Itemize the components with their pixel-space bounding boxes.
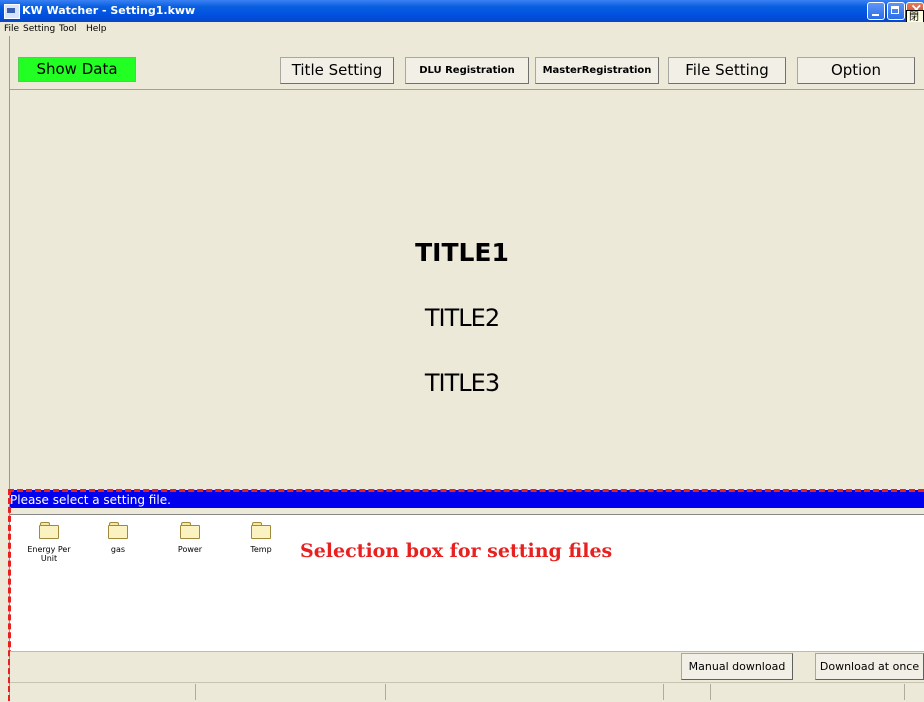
status-divider — [663, 684, 664, 700]
status-divider — [195, 684, 196, 700]
manual-download-button[interactable]: Manual download — [681, 653, 793, 680]
status-divider — [385, 684, 386, 700]
menu-help[interactable]: Help — [86, 22, 107, 36]
title2-text: TITLE2 — [424, 304, 500, 332]
app-icon — [4, 4, 20, 19]
file-setting-button[interactable]: File Setting — [668, 57, 786, 84]
dlu-registration-button[interactable]: DLU Registration — [405, 57, 529, 84]
main-display-area — [10, 90, 924, 488]
option-button[interactable]: Option — [797, 57, 915, 84]
download-at-once-button[interactable]: Download at once — [815, 653, 924, 680]
status-divider — [710, 684, 711, 700]
menu-file[interactable]: File — [4, 22, 19, 36]
window-title-bar[interactable]: KW Watcher - Setting1.kww — [0, 0, 924, 22]
status-divider — [904, 684, 905, 700]
title1-text: TITLE1 — [415, 238, 509, 267]
master-registration-button[interactable]: MasterRegistration — [535, 57, 659, 84]
menu-bar: File Setting Tool Help — [0, 22, 924, 36]
minimize-button[interactable] — [867, 2, 885, 20]
menu-setting[interactable]: Setting — [23, 22, 55, 36]
menu-tool[interactable]: Tool — [59, 22, 76, 36]
status-bar — [10, 682, 924, 702]
show-data-button[interactable]: Show Data — [18, 57, 136, 82]
maximize-button[interactable] — [887, 2, 905, 20]
title-setting-button[interactable]: Title Setting — [280, 57, 394, 84]
window-title: KW Watcher - Setting1.kww — [22, 4, 196, 17]
title3-text: TITLE3 — [424, 369, 500, 397]
